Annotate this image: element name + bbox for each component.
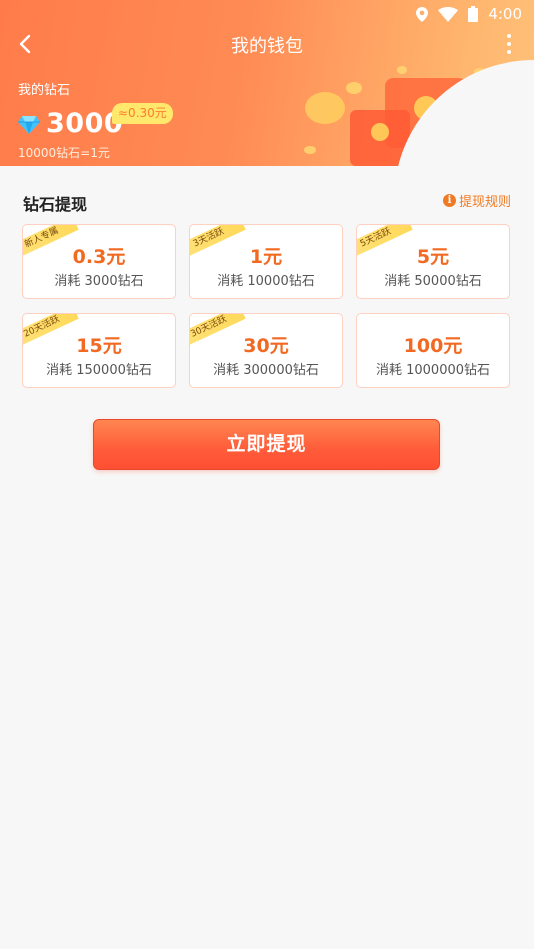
- withdraw-option-card[interactable]: 3天活跃 1元 消耗 10000钻石: [189, 224, 343, 299]
- withdraw-rules-link[interactable]: i 提现规则: [442, 191, 511, 210]
- more-vertical-icon[interactable]: [502, 30, 516, 58]
- status-time: 4:00: [488, 5, 522, 23]
- status-bar: 4:00: [416, 0, 534, 28]
- wifi-icon: [438, 6, 459, 22]
- wallet-header: 4:00 我的钱包 我的钻石 3000 ≈0.30元 10000钻石=1元: [0, 0, 534, 166]
- location-icon: [416, 6, 429, 22]
- option-cost: 消耗 150000钻石: [46, 363, 152, 378]
- option-cost: 消耗 3000钻石: [54, 274, 144, 289]
- page-title: 我的钱包: [231, 36, 303, 57]
- withdraw-option-card[interactable]: 20天活跃 15元 消耗 150000钻石: [22, 313, 176, 388]
- option-amount: 15元: [76, 335, 122, 357]
- exchange-rate: 10000钻石=1元: [18, 146, 110, 160]
- info-icon: i: [442, 194, 456, 207]
- option-amount: 5元: [416, 246, 450, 268]
- withdraw-option-card[interactable]: 5天活跃 5元 消耗 50000钻石: [356, 224, 510, 299]
- withdraw-option-card[interactable]: 30天活跃 30元 消耗 300000钻石: [189, 313, 343, 388]
- withdraw-now-button[interactable]: 立即提现: [93, 419, 440, 470]
- withdraw-option-card[interactable]: 100元 消耗 1000000钻石: [356, 313, 510, 388]
- option-amount: 0.3元: [72, 246, 126, 268]
- withdraw-rules-label: 提现规则: [458, 195, 511, 210]
- option-amount: 100元: [403, 335, 463, 357]
- nav-bar: 我的钱包: [0, 28, 534, 60]
- balance-row: 3000: [18, 108, 123, 139]
- option-cost: 消耗 50000钻石: [384, 274, 482, 289]
- diamond-icon: [18, 115, 40, 134]
- option-amount: 30元: [243, 335, 289, 357]
- battery-icon: [468, 6, 479, 22]
- section-title: 钻石提现: [23, 195, 88, 214]
- option-cost: 消耗 10000钻石: [217, 274, 315, 289]
- balance-approx-badge: ≈0.30元: [112, 103, 173, 124]
- option-amount: 1元: [249, 246, 283, 268]
- option-cost: 消耗 1000000钻石: [375, 363, 491, 378]
- option-cost: 消耗 300000钻石: [213, 363, 319, 378]
- withdraw-option-card[interactable]: 新人专属 0.3元 消耗 3000钻石: [22, 224, 176, 299]
- balance-label: 我的钻石: [18, 83, 71, 98]
